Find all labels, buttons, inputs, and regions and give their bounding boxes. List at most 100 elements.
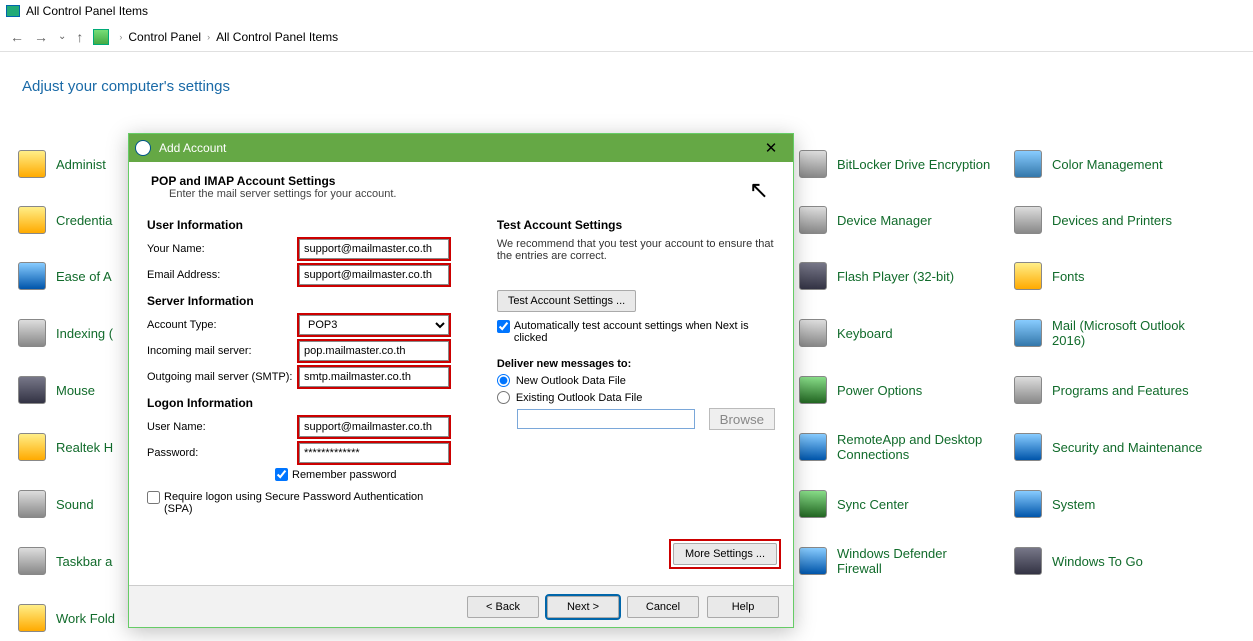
spa-checkbox[interactable] [147, 491, 160, 504]
account-type-select[interactable]: POP3 [299, 315, 449, 335]
test-account-button[interactable]: Test Account Settings ... [497, 290, 636, 312]
password-input[interactable] [299, 443, 449, 463]
page-title: Adjust your computer's settings [0, 52, 1253, 105]
sync-icon [799, 490, 827, 518]
location-icon [93, 29, 109, 45]
logon-info-heading: Logon Information [147, 396, 481, 410]
dialog-title: Add Account [159, 141, 226, 155]
user-name-label: User Name: [147, 421, 299, 433]
chevron-right-icon: › [119, 32, 122, 42]
account-type-label: Account Type: [147, 319, 299, 331]
cp-item-programs[interactable]: Programs and Features [1014, 376, 1224, 404]
outgoing-server-input[interactable] [299, 367, 449, 387]
keyboard-icon [799, 319, 827, 347]
forward-button[interactable]: → [34, 29, 48, 45]
fonts-icon [1014, 262, 1042, 290]
email-input[interactable] [299, 265, 449, 285]
cp-item-power[interactable]: Power Options [799, 376, 1014, 404]
cp-item-system[interactable]: System [1014, 490, 1224, 518]
cp-item-remote[interactable]: RemoteApp and Desktop Connections [799, 432, 1014, 462]
add-account-dialog: Add Account ✕ POP and IMAP Account Setti… [128, 133, 794, 628]
user-info-heading: User Information [147, 218, 481, 232]
cp-item-colormgmt[interactable]: Color Management [1014, 150, 1224, 178]
next-button[interactable]: Next > [547, 596, 619, 618]
cp-item-flash[interactable]: Flash Player (32-bit) [799, 262, 1014, 290]
email-label: Email Address: [147, 269, 299, 281]
close-button[interactable]: ✕ [749, 134, 793, 162]
cp-item-security[interactable]: Security and Maintenance [1014, 432, 1224, 462]
cp-item-keyboard[interactable]: Keyboard [799, 318, 1014, 348]
incoming-server-input[interactable] [299, 341, 449, 361]
taskbar-icon [18, 547, 46, 575]
your-name-label: Your Name: [147, 243, 299, 255]
auto-test-checkbox[interactable] [497, 320, 510, 333]
more-settings-button[interactable]: More Settings ... [673, 543, 777, 565]
test-settings-heading: Test Account Settings [497, 218, 775, 232]
cp-item-fonts[interactable]: Fonts [1014, 262, 1224, 290]
devices-printers-icon [1014, 206, 1042, 234]
cp-item-sync[interactable]: Sync Center [799, 490, 1014, 518]
back-button[interactable]: ← [10, 29, 24, 45]
browse-button: Browse [709, 408, 775, 430]
navigation-bar: ← → ⌄ ↑ › Control Panel › All Control Pa… [0, 22, 1253, 52]
new-data-file-radio[interactable] [497, 374, 510, 387]
breadcrumb[interactable]: › Control Panel › All Control Panel Item… [119, 30, 338, 44]
user-name-input[interactable] [299, 417, 449, 437]
outgoing-server-label: Outgoing mail server (SMTP): [147, 371, 299, 383]
bitlocker-icon [799, 150, 827, 178]
breadcrumb-current[interactable]: All Control Panel Items [216, 30, 338, 44]
incoming-server-label: Incoming mail server: [147, 345, 299, 357]
cp-item-devicemgr[interactable]: Device Manager [799, 206, 1014, 234]
dialog-footer: < Back Next > Cancel Help [129, 585, 793, 627]
sound-icon [18, 490, 46, 518]
existing-data-file-label: Existing Outlook Data File [516, 392, 643, 404]
remember-password-label: Remember password [292, 469, 397, 481]
ease-icon [18, 262, 46, 290]
server-info-heading: Server Information [147, 294, 481, 308]
cursor-icon: ↖ [749, 176, 769, 205]
dialog-subdesc: Enter the mail server settings for your … [169, 188, 771, 200]
existing-data-file-path[interactable] [517, 409, 695, 429]
indexing-icon [18, 319, 46, 347]
deliver-heading: Deliver new messages to: [497, 358, 775, 370]
breadcrumb-root[interactable]: Control Panel [128, 30, 201, 44]
dialog-titlebar: Add Account ✕ [129, 134, 793, 162]
dialog-icon [135, 140, 151, 156]
remember-password-checkbox[interactable] [275, 468, 288, 481]
cp-item-wintogo[interactable]: Windows To Go [1014, 546, 1224, 576]
dialog-subheader: POP and IMAP Account Settings Enter the … [129, 162, 793, 210]
help-button[interactable]: Help [707, 596, 779, 618]
cancel-button[interactable]: Cancel [627, 596, 699, 618]
password-label: Password: [147, 447, 299, 459]
mouse-icon [18, 376, 46, 404]
wintogo-icon [1014, 547, 1042, 575]
remoteapp-icon [799, 433, 827, 461]
cp-item-defender[interactable]: Windows Defender Firewall [799, 546, 1014, 576]
power-icon [799, 376, 827, 404]
admin-tools-icon [18, 150, 46, 178]
control-panel-icon [6, 5, 20, 17]
programs-icon [1014, 376, 1042, 404]
window-title: All Control Panel Items [26, 4, 148, 18]
defender-icon [799, 547, 827, 575]
dialog-subtitle: POP and IMAP Account Settings [151, 174, 771, 188]
color-mgmt-icon [1014, 150, 1042, 178]
new-data-file-label: New Outlook Data File [516, 375, 626, 387]
window-titlebar: All Control Panel Items [0, 0, 1253, 22]
flash-icon [799, 262, 827, 290]
cp-item-bitlocker[interactable]: BitLocker Drive Encryption [799, 150, 1014, 178]
security-icon [1014, 433, 1042, 461]
realtek-icon [18, 433, 46, 461]
device-manager-icon [799, 206, 827, 234]
cp-item-devprint[interactable]: Devices and Printers [1014, 206, 1224, 234]
existing-data-file-radio[interactable] [497, 391, 510, 404]
system-icon [1014, 490, 1042, 518]
up-button[interactable]: ↑ [76, 29, 83, 45]
workfolders-icon [18, 604, 46, 632]
back-button[interactable]: < Back [467, 596, 539, 618]
chevron-right-icon: › [207, 32, 210, 42]
cp-item-mail[interactable]: Mail (Microsoft Outlook 2016) [1014, 318, 1224, 348]
history-dropdown[interactable]: ⌄ [58, 31, 66, 42]
test-settings-desc: We recommend that you test your account … [497, 238, 775, 262]
your-name-input[interactable] [299, 239, 449, 259]
